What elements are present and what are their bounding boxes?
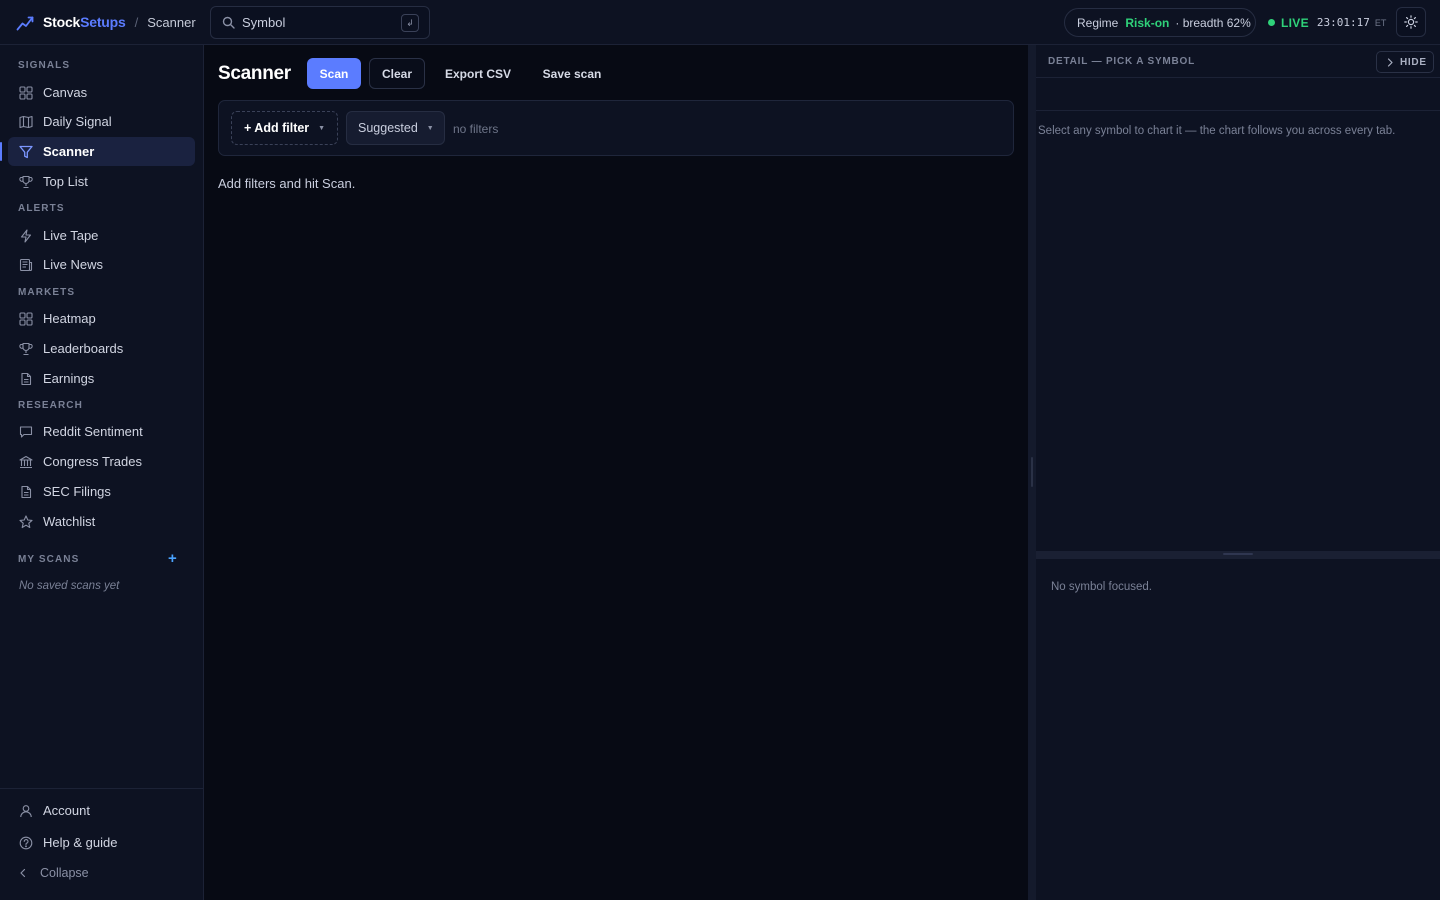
live-label: LIVE — [1281, 15, 1309, 30]
grid-icon — [19, 311, 33, 326]
chevron-right-icon — [1386, 57, 1394, 67]
no-symbol-focused-message: No symbol focused. — [1051, 581, 1152, 593]
caret-down-icon: ▼ — [426, 124, 434, 132]
trophy-icon — [19, 175, 33, 189]
timezone: ET — [1374, 17, 1387, 28]
sidebar-item-canvas[interactable]: Canvas — [8, 78, 195, 107]
section-research: RESEARCH — [18, 400, 83, 411]
regime-value: Risk-on — [1125, 15, 1170, 30]
search-placeholder: Symbol — [242, 15, 286, 30]
collapse-sidebar-button[interactable]: Collapse — [18, 866, 89, 880]
page-title: Scanner — [218, 63, 291, 84]
sidebar-item-scanner[interactable]: Scanner — [0, 137, 195, 166]
brand-name: StockSetups — [43, 14, 126, 30]
chevron-left-icon — [18, 868, 28, 878]
sidebar-item-earnings[interactable]: Earnings — [8, 364, 195, 393]
no-saved-scans-message: No saved scans yet — [19, 580, 120, 592]
scan-hint: Add filters and hit Scan. — [218, 176, 356, 191]
panel-resize-handle[interactable] — [1028, 45, 1036, 900]
lightning-icon — [19, 228, 33, 243]
regime-label: Regime — [1077, 15, 1119, 30]
sidebar-item-heatmap[interactable]: Heatmap — [8, 304, 195, 333]
sidebar: SIGNALS Canvas Daily Signal Scanner Top … — [0, 45, 204, 900]
hide-detail-button[interactable]: HIDE — [1376, 51, 1434, 73]
chat-bubble-icon — [19, 425, 33, 439]
trend-line-icon — [16, 13, 35, 32]
sidebar-item-live-tape[interactable]: Live Tape — [8, 221, 195, 250]
add-scan-button[interactable]: + — [168, 550, 177, 567]
sidebar-item-account[interactable]: Account — [8, 796, 195, 825]
enter-key-hint: ↲ — [401, 14, 419, 32]
sidebar-item-sec-filings[interactable]: SEC Filings — [8, 477, 195, 506]
brand[interactable]: StockSetups / Scanner — [16, 0, 196, 45]
search-icon — [222, 16, 235, 29]
no-filters-label: no filters — [453, 122, 499, 136]
sidebar-item-congress-trades[interactable]: Congress Trades — [8, 447, 195, 476]
caret-down-icon: ▼ — [318, 124, 326, 132]
live-dot-icon — [1268, 19, 1275, 26]
detail-empty-message: Select any symbol to chart it — the char… — [1038, 125, 1396, 137]
main-content: Scanner Scan Clear Export CSV Save scan … — [204, 45, 1028, 900]
detail-header: DETAIL — PICK A SYMBOL HIDE — [1036, 45, 1440, 78]
star-icon — [19, 514, 33, 529]
export-csv-button[interactable]: Export CSV — [436, 58, 520, 89]
theme-toggle-button[interactable] — [1396, 7, 1426, 37]
suggested-dropdown[interactable]: Suggested ▼ — [346, 111, 445, 145]
section-markets: MARKETS — [18, 287, 76, 298]
trophy-icon — [19, 342, 33, 356]
grid-icon — [19, 85, 33, 100]
clear-button[interactable]: Clear — [369, 58, 425, 89]
bank-icon — [19, 455, 33, 469]
detail-toolbar — [1036, 78, 1440, 111]
clock: 23:01:17 — [1316, 16, 1370, 29]
resize-grip-icon — [1223, 553, 1253, 555]
document-icon — [19, 485, 33, 499]
user-icon — [19, 804, 33, 818]
sun-icon — [1404, 15, 1418, 29]
breadcrumb-current: Scanner — [147, 14, 196, 30]
sidebar-item-watchlist[interactable]: Watchlist — [8, 507, 195, 536]
resize-grip-icon — [1031, 457, 1033, 487]
add-filter-button[interactable]: + Add filter ▼ — [231, 111, 338, 145]
sidebar-item-daily-signal[interactable]: Daily Signal — [8, 107, 195, 136]
map-icon — [19, 115, 33, 129]
section-my-scans: MY SCANS — [18, 554, 80, 565]
symbol-search-input[interactable]: Symbol ↲ — [210, 6, 430, 39]
breadcrumb-separator: / — [134, 14, 139, 30]
sidebar-item-top-list[interactable]: Top List — [8, 167, 195, 196]
live-status: LIVE 23:01:17 ET — [1268, 0, 1386, 45]
section-signals: SIGNALS — [18, 60, 71, 71]
document-icon — [19, 372, 33, 386]
filter-bar: + Add filter ▼ Suggested ▼ no filters — [218, 100, 1014, 156]
detail-resize-handle[interactable] — [1036, 551, 1440, 559]
sidebar-item-live-news[interactable]: Live News — [8, 250, 195, 279]
regime-breadth: · breadth 62% — [1175, 15, 1251, 30]
help-circle-icon — [19, 836, 33, 850]
sidebar-item-help[interactable]: Help & guide — [8, 828, 195, 857]
regime-badge: Regime Risk-on · breadth 62% — [1064, 8, 1256, 37]
detail-panel: DETAIL — PICK A SYMBOL HIDE Select any s… — [1036, 45, 1440, 900]
sidebar-item-leaderboards[interactable]: Leaderboards — [8, 334, 195, 363]
detail-title: DETAIL — PICK A SYMBOL — [1048, 56, 1196, 67]
newspaper-icon — [19, 258, 33, 272]
section-alerts: ALERTS — [18, 203, 65, 214]
filter-icon — [19, 145, 33, 159]
top-bar: StockSetups / Scanner Symbol ↲ Regime Ri… — [0, 0, 1440, 45]
save-scan-button[interactable]: Save scan — [534, 58, 610, 89]
sidebar-item-reddit-sentiment[interactable]: Reddit Sentiment — [8, 417, 195, 446]
sidebar-footer-divider — [0, 788, 203, 789]
scan-button[interactable]: Scan — [307, 58, 361, 89]
